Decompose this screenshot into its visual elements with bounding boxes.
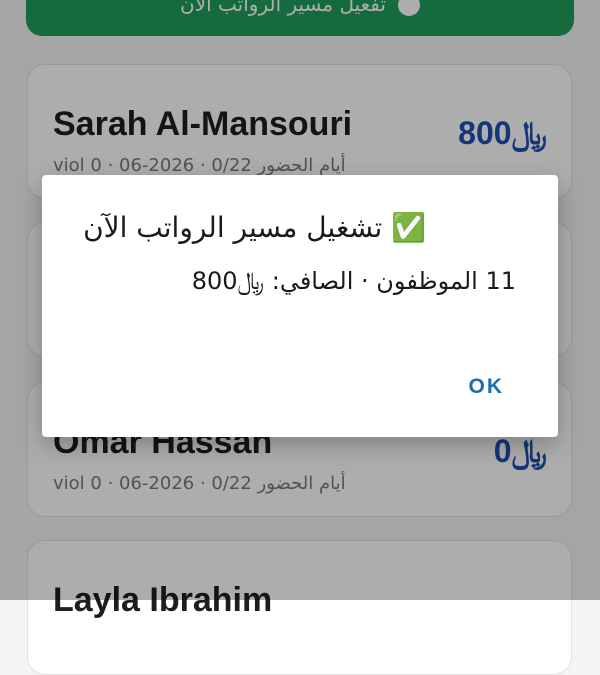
- dialog-message: 11 الموظفون · الصافي: ﷼800: [191, 267, 516, 295]
- dialog-title: ✅ تشغيل مسير الرواتب الآن: [83, 211, 426, 244]
- ok-button[interactable]: OK: [469, 375, 505, 399]
- payroll-result-dialog: ✅ تشغيل مسير الرواتب الآن 11 الموظفون · …: [42, 175, 558, 437]
